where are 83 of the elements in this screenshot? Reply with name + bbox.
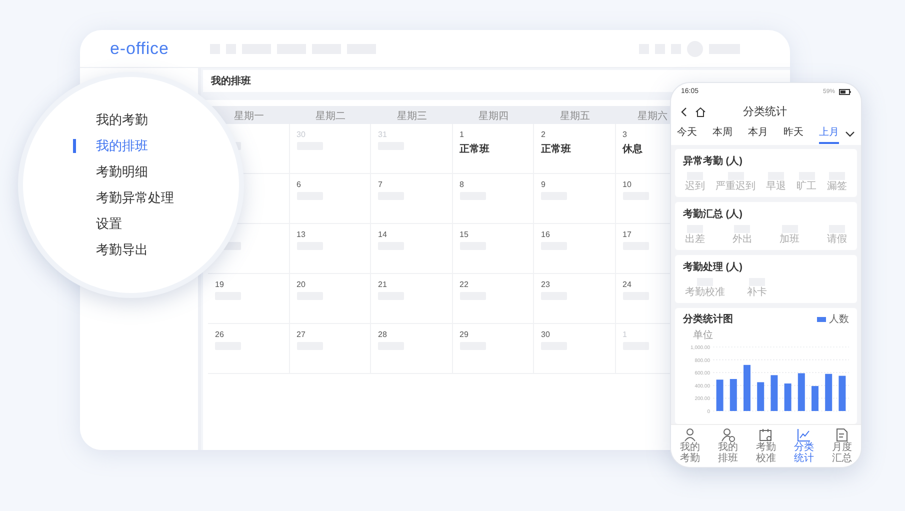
chart-bar (798, 373, 805, 411)
nav-item[interactable]: 分类统计 (792, 428, 816, 464)
tab[interactable]: 本周 (712, 124, 732, 144)
calendar-cell[interactable]: 6 (290, 174, 371, 224)
tab[interactable]: 上月 (819, 124, 839, 144)
calendar-cell[interactable]: 26 (208, 324, 290, 374)
back-icon[interactable] (681, 107, 687, 117)
stat-label: 早退 (766, 181, 786, 193)
tab[interactable]: 本月 (748, 124, 768, 144)
calendar-cell[interactable]: 23 (534, 274, 616, 324)
menu-item[interactable]: 我的排班 (73, 137, 239, 155)
calendar-cell[interactable]: 8 (452, 174, 534, 224)
weekday-header: 星期六 (638, 111, 668, 122)
chart-bar (757, 382, 764, 411)
chart-bar (770, 375, 778, 411)
calendar-cell[interactable]: 19 (208, 274, 290, 324)
menu-item[interactable]: 考勤异常处理 (73, 189, 239, 207)
line-chart-icon (797, 428, 811, 442)
home-icon[interactable] (695, 107, 706, 117)
calendar-cell[interactable]: 16 (534, 224, 616, 274)
calendar-cell[interactable]: 13 (290, 224, 371, 274)
stat-label: 补卡 (747, 287, 767, 299)
legend-label: 人数 (829, 313, 849, 327)
calendar-cell[interactable]: 22 (452, 274, 534, 324)
chart-bar (812, 386, 818, 411)
chart-bar (784, 383, 792, 411)
battery-icon (839, 89, 851, 95)
nav-item[interactable]: 考勤校准 (754, 428, 778, 464)
calendar-cell[interactable]: 2 正常班 (534, 124, 616, 174)
calendar-icon (759, 428, 773, 442)
screen-title: 分类统计 (743, 104, 787, 120)
chart-title: 分类统计图 (683, 312, 733, 327)
calendar-cell[interactable]: 27 (290, 324, 371, 374)
page-title: 我的排班 (211, 74, 251, 88)
calendar-cell[interactable]: 1 正常班 (452, 124, 534, 174)
weekday-header: 星期四 (478, 111, 508, 122)
calendar-cell[interactable]: 30 (534, 324, 616, 374)
person-icon (683, 428, 697, 442)
stat-label: 请假 (826, 234, 847, 246)
stat-label: 漏签 (827, 181, 847, 193)
stat-label: 旷工 (796, 181, 816, 193)
calendar-cell[interactable]: 15 (452, 224, 534, 274)
weekday-header: 星期五 (560, 111, 590, 122)
chart-bar (838, 376, 846, 411)
card-title: 异常考勤 (人) (683, 154, 744, 169)
menu-item[interactable]: 设置 (73, 215, 239, 233)
calendar-cell[interactable]: 14 (371, 224, 452, 274)
stat-label: 严重迟到 (716, 181, 756, 193)
calendar-cell[interactable]: 20 (290, 274, 371, 324)
stat-label: 外出 (732, 234, 752, 246)
menu-item[interactable]: 考勤明细 (73, 163, 239, 181)
tab[interactable]: 今天 (677, 124, 697, 144)
chart-bar (744, 364, 750, 411)
nav-item[interactable]: 月度汇总 (830, 428, 854, 464)
person-clock-icon (721, 428, 735, 442)
stat-label: 迟到 (685, 181, 705, 193)
axis-title: 单位 (693, 330, 713, 341)
stat-label: 加班 (780, 234, 800, 246)
calendar-cell[interactable]: 7 (371, 174, 452, 224)
nav-item[interactable]: 我的排班 (716, 428, 740, 464)
calendar-cell[interactable]: 21 (371, 274, 452, 324)
weekday-header: 星期三 (396, 111, 427, 122)
chart-bar (825, 374, 832, 411)
chart-bar (730, 379, 737, 411)
weekday-header: 星期一 (234, 111, 264, 122)
chart-bar (716, 380, 724, 411)
calendar-cell[interactable]: 10 (616, 174, 670, 224)
calendar-cell[interactable]: 28 (371, 324, 452, 374)
document-icon (835, 428, 849, 442)
nav-item[interactable]: 我的考勤 (678, 428, 702, 464)
card-title: 考勤汇总 (人) (683, 208, 744, 222)
chevron-down-icon[interactable] (845, 131, 855, 137)
stat-label: 出差 (685, 234, 705, 246)
menu-item[interactable]: 考勤导出 (73, 241, 239, 259)
calendar-cell[interactable]: 29 (452, 324, 534, 374)
calendar-cell[interactable]: 17 (616, 224, 670, 274)
calendar-cell[interactable]: 24 (616, 274, 670, 324)
logo: e-office (110, 38, 170, 60)
calendar-cell[interactable]: 9 (534, 174, 616, 224)
weekday-header: 星期二 (315, 111, 346, 122)
tab[interactable]: 昨天 (784, 124, 804, 144)
stat-label: 考勤校准 (685, 287, 725, 299)
card-title: 考勤处理 (人) (683, 260, 744, 275)
